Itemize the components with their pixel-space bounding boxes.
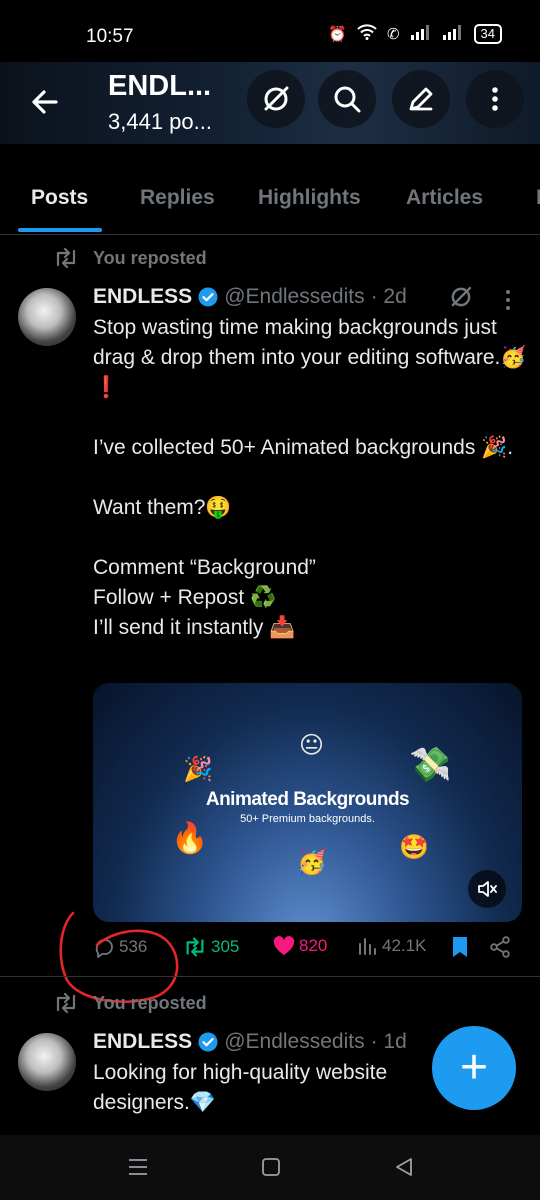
profile-title: ENDL... [108,70,212,102]
battery-indicator: 34 [473,24,502,44]
back-nav-button[interactable] [394,1157,414,1182]
repost-label: You reposted [93,247,207,268]
signal-icon-2 [442,24,464,44]
menu-lines-icon [129,1159,147,1175]
pencil-icon [409,87,433,111]
author-name[interactable]: ENDLESS [93,285,192,309]
triangle-back-icon [396,1158,412,1176]
search-icon [334,86,361,113]
views-button[interactable]: 42.1K [358,936,426,956]
wifi-icon [357,24,377,44]
back-button[interactable] [26,82,66,122]
post-header: ENDLESS @Endlessedits · 1d [93,1030,407,1054]
repost-button[interactable]: 305 [183,936,239,958]
video-title: Animated Backgrounds [205,789,410,810]
edit-button[interactable] [392,70,450,128]
post-time: · 1d [370,1030,407,1053]
alarm-icon: ⏰ [328,26,347,43]
home-square-icon [262,1158,280,1176]
tab-articles[interactable]: Articles [406,186,483,210]
mute-button[interactable] [468,870,506,908]
money-wings-emoji: 💸 [409,746,452,784]
search-button[interactable] [318,70,376,128]
repost-label: You reposted [93,992,207,1013]
repost-icon [56,992,76,1014]
repost-indicator: You reposted [53,247,207,269]
neutral-face-emoji: 😐 [299,732,325,759]
party-popper-emoji: 🎉 [183,756,213,783]
status-icons: ⏰ ✆ 34 [328,24,502,44]
avatar[interactable] [18,288,76,346]
video-subtitle: 50+ Premium backgrounds. [240,813,375,825]
author-handle[interactable]: @Endlessedits [224,285,364,309]
fire-emoji: 🔥 [171,822,209,855]
more-options-button[interactable] [466,70,524,128]
repost-count: 305 [211,937,240,956]
profile-tabs: Posts Replies Highlights Articles I [0,170,540,235]
tab-replies[interactable]: Replies [140,186,215,210]
post-text: Looking for high-quality website designe… [93,1061,388,1114]
post-header: ENDLESS @Endlessedits · 2d [93,285,407,309]
bookmark-button[interactable] [451,936,469,958]
repost-icon [186,937,204,957]
tab-overflow[interactable]: I [536,186,540,210]
tab-posts[interactable]: Posts [31,186,88,210]
profile-header: ENDL... 3,441 po... [0,62,540,144]
system-nav-bar [0,1135,540,1200]
repost-indicator: You reposted [53,992,207,1014]
home-button[interactable] [261,1157,281,1182]
bookmark-filled-icon [453,937,467,957]
post-divider [0,976,540,977]
volume-muted-icon [478,881,497,897]
post-text: Stop wasting time making backgrounds jus… [93,316,527,639]
recent-apps-button[interactable] [128,1157,148,1182]
like-count: 820 [299,936,328,955]
share-button[interactable] [489,936,511,958]
share-icon [490,936,510,958]
active-tab-indicator [18,228,102,232]
compose-button[interactable]: + [432,1026,516,1110]
more-vertical-icon [492,87,498,111]
author-name[interactable]: ENDLESS [93,1030,192,1054]
grok-button[interactable] [247,70,305,128]
post-count: 3,441 po... [108,109,212,134]
partying-face-emoji: 🥳 [297,849,327,876]
verified-badge-icon [198,1032,218,1052]
heart-filled-icon [273,936,295,955]
status-time: 10:57 [86,26,134,47]
post-time: · 2d [370,285,407,308]
status-bar: 10:57 ⏰ ✆ 34 [0,0,540,62]
author-handle[interactable]: @Endlessedits [224,1030,364,1054]
view-count: 42.1K [382,936,427,955]
volte-call-icon: ✆ [386,26,400,43]
plus-icon: + [459,1041,489,1094]
grok-icon [451,286,472,307]
more-vertical-icon [506,290,510,310]
analytics-icon [359,938,376,955]
post-video[interactable]: 😐 🎉 💸 🔥 🥳 🤩 Animated Backgrounds 50+ Pre… [93,683,522,922]
tab-highlights[interactable]: Highlights [258,186,361,210]
signal-icon-1 [410,24,432,44]
like-button[interactable]: 820 [273,936,327,956]
star-struck-emoji: 🤩 [399,834,429,861]
grok-post-button[interactable] [448,284,474,315]
grok-icon [264,86,289,111]
avatar[interactable] [18,1033,76,1091]
arrow-left-icon [32,90,58,114]
verified-badge-icon [198,287,218,307]
repost-icon [56,247,76,269]
